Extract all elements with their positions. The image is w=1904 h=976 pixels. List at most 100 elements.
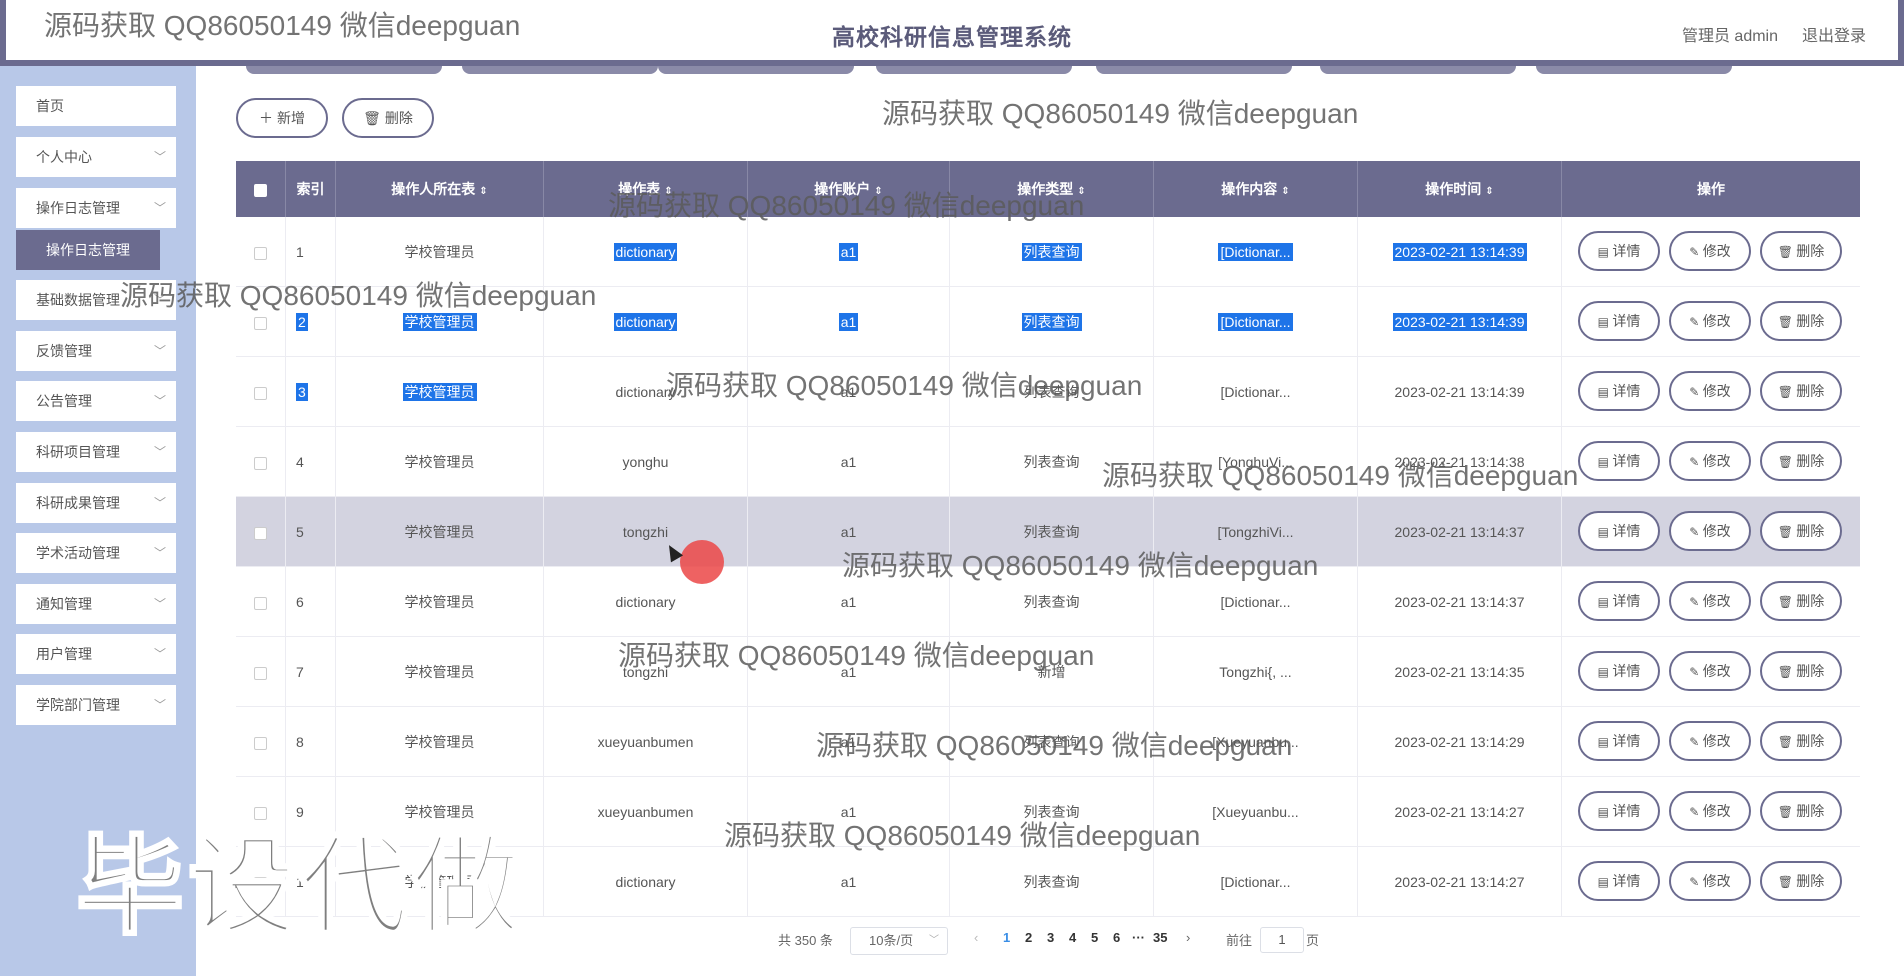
detail-button[interactable]: ▤ 详情 [1578,721,1660,761]
page-ellipsis[interactable]: ··· [1132,930,1145,945]
table-row[interactable]: 10 学校管理员 dictionary a1 列表查询 [Dictionar... 2023… [236,847,1860,917]
logout-link[interactable]: 退出登录 [1802,22,1866,46]
row-checkbox[interactable] [254,876,267,890]
page-number[interactable]: 4 [1069,930,1076,945]
page-size-select[interactable]: 10条/页 ﹀ [850,927,948,955]
delete-button[interactable]: 🗑 删除 [1760,371,1842,411]
detail-button[interactable]: ▤ 详情 [1578,861,1660,901]
row-checkbox[interactable] [254,526,267,540]
edit-button[interactable]: ✎ 修改 [1669,301,1751,341]
detail-button[interactable]: ▤ 详情 [1578,371,1660,411]
goto-page-input[interactable]: 1 [1260,927,1304,953]
table-row[interactable]: 9 学校管理员 xueyuanbumen a1 列表查询 [Xueyuanbu... 202… [236,777,1860,847]
table-row[interactable]: 2 学校管理员 dictionary a1 列表查询 [Dictionar... 2023-… [236,287,1860,357]
row-checkbox[interactable] [254,246,267,260]
sort-icon[interactable]: ⇕ [1485,186,1493,197]
page-number[interactable]: 5 [1091,930,1098,945]
pencil-icon: ✎ [1689,525,1703,539]
row-checkbox[interactable] [254,596,267,610]
delete-button[interactable]: 🗑 删除 [1760,231,1842,271]
edit-button[interactable]: ✎ 修改 [1669,581,1751,621]
detail-button[interactable]: ▤ 详情 [1578,791,1660,831]
row-checkbox[interactable] [254,316,267,330]
delete-button[interactable]: 🗑 删除 [1760,791,1842,831]
row-checkbox[interactable] [254,666,267,680]
row-checkbox[interactable] [254,736,267,750]
col-op-time[interactable]: 操作时间 ⇕ [1358,161,1562,217]
trash-icon: 🗑 [363,109,381,126]
page-number[interactable]: 3 [1047,930,1054,945]
table-row[interactable]: 1 学校管理员 dictionary a1 列表查询 [Dictionar... 2023-… [236,217,1860,287]
delete-button[interactable]: 🗑 删除 [1760,721,1842,761]
edit-button[interactable]: ✎ 修改 [1669,651,1751,691]
page-number[interactable]: 35 [1153,930,1167,945]
sort-icon[interactable]: ⇕ [874,186,882,197]
table-row[interactable]: 3 学校管理员 dictionary a1 列表查询 [Dictionar... 2023-… [236,357,1860,427]
edit-button[interactable]: ✎ 修改 [1669,441,1751,481]
sidebar-item-users[interactable]: 用户管理 ﹀ [16,634,176,674]
delete-button[interactable]: 🗑 删除 [1760,511,1842,551]
detail-button[interactable]: ▤ 详情 [1578,231,1660,271]
select-all-checkbox[interactable] [254,183,267,197]
cell-text: dictionary [615,384,676,400]
sidebar-subitem-oplog[interactable]: 操作日志管理 [16,230,160,270]
prev-page-icon[interactable]: ‹ [974,930,978,945]
detail-button[interactable]: ▤ 详情 [1578,651,1660,691]
pencil-icon: ✎ [1689,385,1703,399]
col-op-account[interactable]: 操作账户 ⇕ [748,161,950,217]
sort-icon[interactable]: ⇕ [479,186,487,197]
row-checkbox[interactable] [254,386,267,400]
detail-button[interactable]: ▤ 详情 [1578,301,1660,341]
delete-button[interactable]: 🗑 删除 [1760,441,1842,481]
delete-button[interactable]: 🗑 删除 [1760,861,1842,901]
detail-button[interactable]: ▤ 详情 [1578,581,1660,621]
sidebar-item-notice[interactable]: 通知管理 ﹀ [16,584,176,624]
cell-op-type: 列表查询 [950,287,1154,357]
delete-button[interactable]: 🗑 删除 [1760,301,1842,341]
add-button[interactable]: ＋新增 [236,98,328,138]
page-number[interactable]: 2 [1025,930,1032,945]
table-row[interactable]: 7 学校管理员 tongzhi a1 新增 Tongzhi{, ... 2023-02-21… [236,637,1860,707]
edit-button[interactable]: ✎ 修改 [1669,231,1751,271]
sidebar-item-project[interactable]: 科研项目管理 ﹀ [16,432,176,472]
sidebar-item-oplog[interactable]: 操作日志管理 ﹀ [16,188,176,228]
edit-button[interactable]: ✎ 修改 [1669,861,1751,901]
edit-button[interactable]: ✎ 修改 [1669,511,1751,551]
sidebar-item-feedback[interactable]: 反馈管理 ﹀ [16,331,176,371]
sort-icon[interactable]: ⇕ [664,186,672,197]
row-checkbox[interactable] [254,456,267,470]
sidebar-item-activity[interactable]: 学术活动管理 ﹀ [16,533,176,573]
delete-button[interactable]: 🗑 删除 [1760,651,1842,691]
cell-text: 6 [296,594,304,610]
table-row[interactable]: 6 学校管理员 dictionary a1 列表查询 [Dictionar... 2023-… [236,567,1860,637]
row-checkbox[interactable] [254,806,267,820]
detail-button[interactable]: ▤ 详情 [1578,511,1660,551]
table-row[interactable]: 8 学校管理员 xueyuanbumen a1 列表查询 [Xueyuanbu... 202… [236,707,1860,777]
edit-button[interactable]: ✎ 修改 [1669,721,1751,761]
cell-text: a1 [840,734,857,750]
row-select-cell [236,567,286,637]
sidebar-item-announcement[interactable]: 公告管理 ﹀ [16,381,176,421]
page-number[interactable]: 1 [1003,930,1010,945]
col-operator-table[interactable]: 操作人所在表 ⇕ [336,161,544,217]
detail-button[interactable]: ▤ 详情 [1578,441,1660,481]
delete-button[interactable]: 🗑 删除 [1760,581,1842,621]
edit-button[interactable]: ✎ 修改 [1669,791,1751,831]
table-row[interactable]: 4 学校管理员 yonghu a1 列表查询 [YonghuVi... 2023-02-21… [236,427,1860,497]
table-row[interactable]: 5 学校管理员 tongzhi a1 列表查询 [TongzhiVi... 2023-02-… [236,497,1860,567]
sidebar-item-department[interactable]: 学院部门管理 ﹀ [16,685,176,725]
sort-icon[interactable]: ⇕ [1077,186,1085,197]
next-page-icon[interactable]: › [1186,930,1190,945]
col-op-table[interactable]: 操作表 ⇕ [544,161,748,217]
sidebar-item-home[interactable]: 首页 [16,86,176,126]
edit-button[interactable]: ✎ 修改 [1669,371,1751,411]
sidebar-item-achievement[interactable]: 科研成果管理 ﹀ [16,483,176,523]
sidebar-item-basedata[interactable]: 基础数据管理 ﹀ [16,280,176,320]
sidebar-item-profile[interactable]: 个人中心 ﹀ [16,137,176,177]
sort-icon[interactable]: ⇕ [1281,186,1289,197]
bulk-delete-button[interactable]: 🗑 删除 [342,98,434,138]
col-op-content[interactable]: 操作内容 ⇕ [1154,161,1358,217]
col-op-type[interactable]: 操作类型 ⇕ [950,161,1154,217]
page-number[interactable]: 6 [1113,930,1120,945]
cell-text: 2023-02-21 13:14:37 [1394,594,1525,610]
